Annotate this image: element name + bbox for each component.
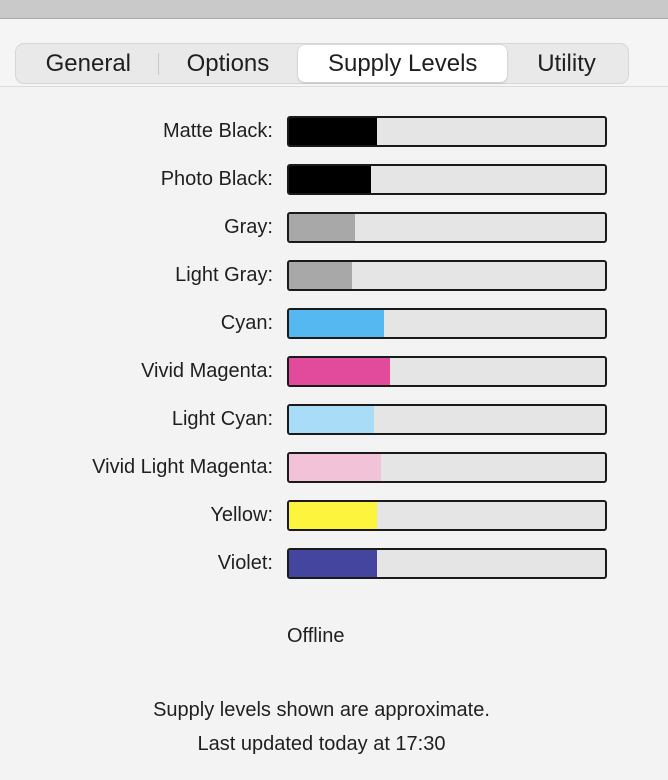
supply-level-bar bbox=[287, 260, 607, 291]
supply-row-matte-black: Matte Black: bbox=[0, 115, 668, 147]
supply-row-cyan: Cyan: bbox=[0, 307, 668, 339]
supply-level-fill bbox=[289, 358, 391, 385]
tab-general-label: General bbox=[45, 49, 131, 77]
supply-label: Yellow: bbox=[210, 504, 273, 526]
supply-label: Vivid Magenta: bbox=[141, 360, 273, 382]
supply-label: Gray: bbox=[224, 216, 273, 238]
supply-level-fill bbox=[289, 454, 381, 481]
supply-label: Violet: bbox=[217, 552, 273, 574]
approximate-note: Supply levels shown are approximate. bbox=[153, 699, 490, 721]
supply-label: Vivid Light Magenta: bbox=[92, 456, 273, 478]
supply-label: Photo Black: bbox=[160, 168, 273, 190]
supply-row-vivid-magenta: Vivid Magenta: bbox=[0, 355, 668, 387]
tab-options-label: Options bbox=[186, 49, 270, 77]
tab-bar: General Options Supply Levels Utility bbox=[15, 43, 629, 84]
supply-level-bar bbox=[287, 356, 607, 387]
last-updated: Last updated today at 17:30 bbox=[197, 733, 446, 755]
supply-label: Matte Black: bbox=[162, 120, 273, 142]
window-titlebar bbox=[0, 0, 668, 19]
tab-general[interactable]: General bbox=[19, 45, 158, 82]
printer-status: Offline bbox=[287, 625, 345, 647]
supply-row-light-gray: Light Gray: bbox=[0, 259, 668, 291]
supply-level-bar bbox=[287, 404, 607, 435]
supply-level-bar bbox=[287, 212, 607, 243]
printer-settings-window: General Options Supply Levels Utility Ma… bbox=[0, 19, 668, 780]
supply-label: Light Gray: bbox=[175, 264, 273, 286]
supply-level-bar bbox=[287, 164, 607, 195]
supply-row-vivid-light-magenta: Vivid Light Magenta: bbox=[0, 451, 668, 483]
supply-level-bar bbox=[287, 500, 607, 531]
tab-options[interactable]: Options bbox=[159, 45, 298, 82]
supply-label: Light Cyan: bbox=[171, 408, 273, 430]
tab-supply-levels-label: Supply Levels bbox=[327, 49, 478, 77]
supply-row-light-cyan: Light Cyan: bbox=[0, 403, 668, 435]
supply-level-fill bbox=[289, 166, 372, 193]
supply-level-bar bbox=[287, 308, 607, 339]
supply-label: Cyan: bbox=[220, 312, 273, 334]
supply-level-fill bbox=[289, 214, 356, 241]
supply-row-yellow: Yellow: bbox=[0, 499, 668, 531]
supply-row-photo-black: Photo Black: bbox=[0, 163, 668, 195]
supply-level-fill bbox=[289, 310, 384, 337]
supply-row-gray: Gray: bbox=[0, 211, 668, 243]
supply-level-fill bbox=[289, 406, 375, 433]
supply-level-fill bbox=[289, 550, 378, 577]
supply-level-fill bbox=[289, 118, 378, 145]
supply-level-fill bbox=[289, 502, 378, 529]
supply-level-bar bbox=[287, 548, 607, 579]
supply-level-bar bbox=[287, 116, 607, 147]
tab-utility-label: Utility bbox=[537, 49, 596, 77]
supply-level-bar bbox=[287, 452, 607, 483]
supply-level-fill bbox=[289, 262, 353, 289]
tab-supply-levels[interactable]: Supply Levels bbox=[298, 45, 508, 82]
supply-row-violet: Violet: bbox=[0, 547, 668, 579]
tab-utility[interactable]: Utility bbox=[508, 45, 625, 82]
